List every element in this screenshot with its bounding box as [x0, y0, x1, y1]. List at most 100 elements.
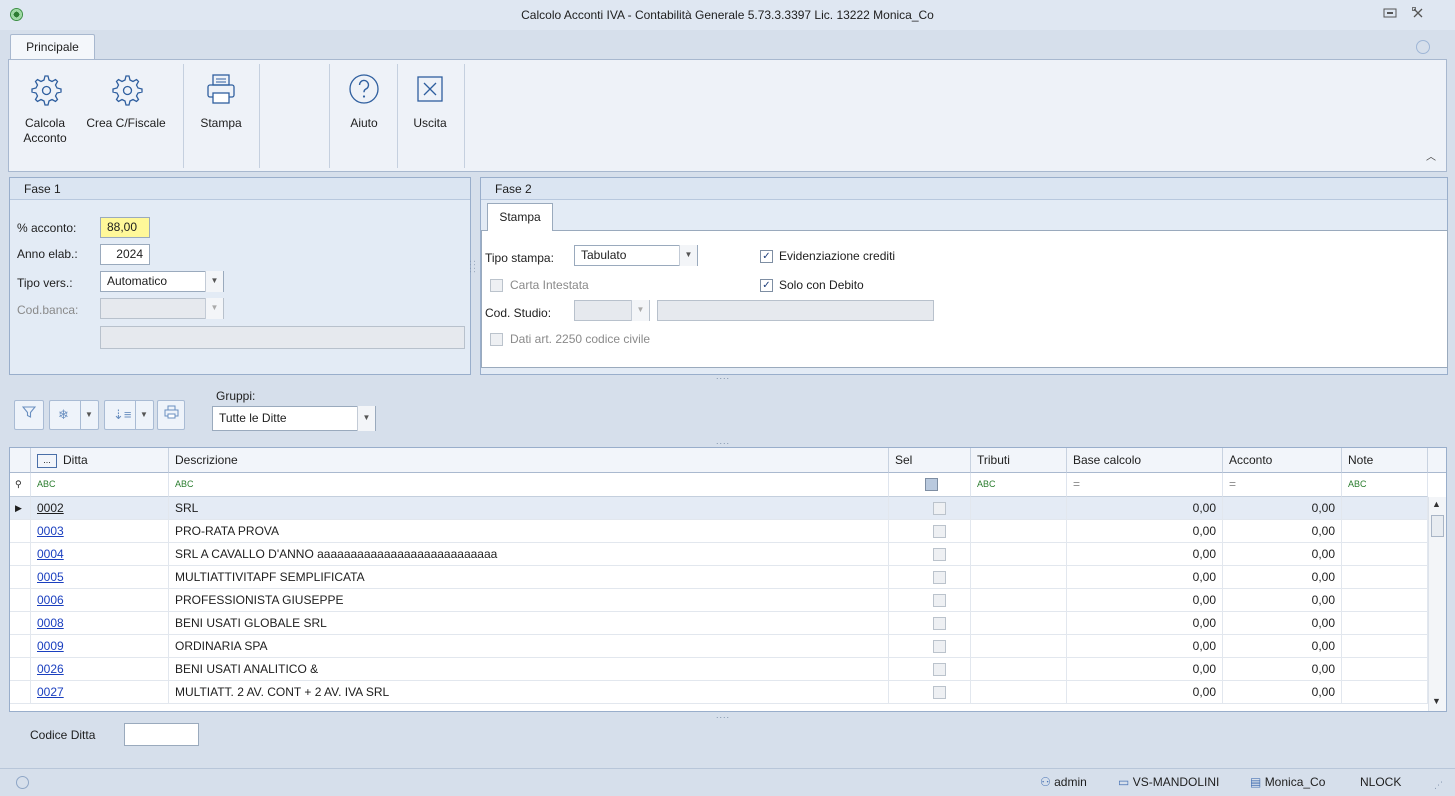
- sel-cell[interactable]: [889, 520, 971, 543]
- table-row[interactable]: 0004 SRL A CAVALLO D'ANNO aaaaaaaaaaaaaaa…: [10, 543, 1428, 566]
- stampa-button[interactable]: Stampa: [189, 60, 253, 172]
- column-header-note[interactable]: Note: [1342, 448, 1428, 473]
- ditta-cell[interactable]: 0008: [31, 612, 169, 635]
- chevron-down-icon[interactable]: ▼: [205, 271, 223, 292]
- sort-button[interactable]: ⇣≡ ▼: [104, 400, 154, 430]
- filter-button[interactable]: [14, 400, 44, 430]
- ditta-link[interactable]: 0003: [37, 524, 64, 538]
- ditta-link[interactable]: 0009: [37, 639, 64, 653]
- print-grid-button[interactable]: [157, 400, 185, 430]
- filter-tributi[interactable]: ABC: [971, 473, 1067, 497]
- ditta-cell[interactable]: 0002: [31, 497, 169, 520]
- splitter-grip[interactable]: ....: [716, 371, 730, 381]
- ditta-cell[interactable]: 0009: [31, 635, 169, 658]
- restore-window-icon[interactable]: [1376, 0, 1404, 30]
- sel-checkbox[interactable]: [933, 571, 946, 585]
- filter-ditta[interactable]: ABC: [31, 473, 169, 497]
- scroll-up-icon[interactable]: ▲: [1432, 499, 1441, 509]
- table-row[interactable]: ▶ 0002 SRL 0,00 0,00: [10, 497, 1428, 520]
- filter-sel-checkbox[interactable]: [925, 478, 938, 492]
- tab-stampa[interactable]: Stampa: [487, 203, 553, 231]
- table-row[interactable]: 0008 BENI USATI GLOBALE SRL 0,00 0,00: [10, 612, 1428, 635]
- sel-checkbox[interactable]: [933, 594, 946, 608]
- splitter-grip[interactable]: ....: [716, 436, 730, 446]
- ditta-link[interactable]: 0005: [37, 570, 64, 584]
- sel-cell[interactable]: [889, 566, 971, 589]
- sel-checkbox[interactable]: [933, 686, 946, 700]
- table-row[interactable]: 0027 MULTIATT. 2 AV. CONT + 2 AV. IVA SRL…: [10, 681, 1428, 704]
- table-row[interactable]: 0026 BENI USATI ANALITICO & 0,00 0,00: [10, 658, 1428, 681]
- tab-principale[interactable]: Principale: [10, 34, 95, 60]
- ditta-link[interactable]: 0006: [37, 593, 64, 607]
- filter-base-calcolo[interactable]: =: [1067, 473, 1223, 497]
- ditta-cell[interactable]: 0026: [31, 658, 169, 681]
- codice-ditta-input[interactable]: [124, 723, 199, 746]
- sel-checkbox[interactable]: [933, 525, 946, 539]
- dati-art-checkbox[interactable]: [490, 333, 503, 346]
- sel-checkbox[interactable]: [933, 502, 946, 516]
- table-row[interactable]: 0009 ORDINARIA SPA 0,00 0,00: [10, 635, 1428, 658]
- ribbon-help-icon[interactable]: [1416, 40, 1430, 54]
- chevron-down-icon[interactable]: ▼: [631, 300, 649, 321]
- anno-input[interactable]: 2024: [100, 244, 150, 265]
- chevron-down-icon[interactable]: ▼: [679, 245, 697, 266]
- ditta-link[interactable]: 0027: [37, 685, 64, 699]
- ditta-link[interactable]: 0008: [37, 616, 64, 630]
- acconto-input[interactable]: 88,00: [100, 217, 150, 238]
- sel-checkbox[interactable]: [933, 617, 946, 631]
- ditta-cell[interactable]: 0006: [31, 589, 169, 612]
- filter-descrizione[interactable]: ABC: [169, 473, 889, 497]
- chevron-down-icon[interactable]: ▼: [205, 298, 223, 319]
- vertical-scrollbar[interactable]: ▲ ▼: [1428, 497, 1446, 711]
- table-row[interactable]: 0006 PROFESSIONISTA GIUSEPPE 0,00 0,00: [10, 589, 1428, 612]
- column-header-descrizione[interactable]: Descrizione: [169, 448, 889, 473]
- database-icon: ▤: [1250, 775, 1262, 789]
- chevron-down-icon[interactable]: ▼: [357, 406, 375, 431]
- filter-acconto[interactable]: =: [1223, 473, 1342, 497]
- ditta-link[interactable]: 0004: [37, 547, 64, 561]
- collapse-ribbon-icon[interactable]: ︿: [1424, 148, 1438, 163]
- freeze-button[interactable]: ❄ ▼: [49, 400, 99, 430]
- sel-cell[interactable]: [889, 589, 971, 612]
- filter-note[interactable]: ABC: [1342, 473, 1428, 497]
- sel-cell[interactable]: [889, 635, 971, 658]
- sel-checkbox[interactable]: [933, 640, 946, 654]
- evidenziazione-crediti-checkbox[interactable]: ✓: [760, 250, 773, 263]
- filter-sel[interactable]: [889, 473, 971, 497]
- scroll-down-icon[interactable]: ▼: [1432, 696, 1441, 706]
- calcola-acconto-button[interactable]: Calcola Acconto: [11, 60, 79, 172]
- sel-cell[interactable]: [889, 658, 971, 681]
- solo-con-debito-checkbox[interactable]: ✓: [760, 279, 773, 292]
- uscita-button[interactable]: Uscita: [399, 60, 461, 172]
- crea-cfiscale-button[interactable]: Crea C/Fiscale: [81, 60, 171, 172]
- chevron-down-icon[interactable]: ▼: [140, 401, 148, 429]
- sel-cell[interactable]: [889, 543, 971, 566]
- vertical-splitter[interactable]: ::::: [468, 260, 478, 274]
- sel-cell[interactable]: [889, 612, 971, 635]
- aiuto-button[interactable]: Aiuto: [333, 60, 395, 172]
- ditta-link[interactable]: 0002: [37, 501, 64, 515]
- column-header-ditta[interactable]: ... Ditta: [31, 448, 169, 473]
- resize-grip-icon[interactable]: ⋰: [1434, 780, 1443, 791]
- column-chooser-button[interactable]: ...: [37, 453, 57, 468]
- column-header-tributi[interactable]: Tributi: [971, 448, 1067, 473]
- column-header-sel[interactable]: Sel: [889, 448, 971, 473]
- table-row[interactable]: 0003 PRO-RATA PROVA 0,00 0,00: [10, 520, 1428, 543]
- gruppi-select[interactable]: Tutte le Ditte: [212, 406, 376, 431]
- ditta-link[interactable]: 0026: [37, 662, 64, 676]
- sel-checkbox[interactable]: [933, 548, 946, 562]
- chevron-down-icon[interactable]: ▼: [85, 401, 93, 429]
- sel-checkbox[interactable]: [933, 663, 946, 677]
- column-header-base-calcolo[interactable]: Base calcolo: [1067, 448, 1223, 473]
- sel-cell[interactable]: [889, 497, 971, 520]
- carta-intestata-checkbox[interactable]: [490, 279, 503, 292]
- table-row[interactable]: 0005 MULTIATTIVITAPF SEMPLIFICATA 0,00 0,00: [10, 566, 1428, 589]
- ditta-cell[interactable]: 0003: [31, 520, 169, 543]
- ditta-cell[interactable]: 0005: [31, 566, 169, 589]
- column-header-acconto[interactable]: Acconto: [1223, 448, 1342, 473]
- ditta-cell[interactable]: 0027: [31, 681, 169, 704]
- close-window-icon[interactable]: [1404, 0, 1432, 30]
- sel-cell[interactable]: [889, 681, 971, 704]
- scrollbar-thumb[interactable]: [1431, 515, 1444, 537]
- ditta-cell[interactable]: 0004: [31, 543, 169, 566]
